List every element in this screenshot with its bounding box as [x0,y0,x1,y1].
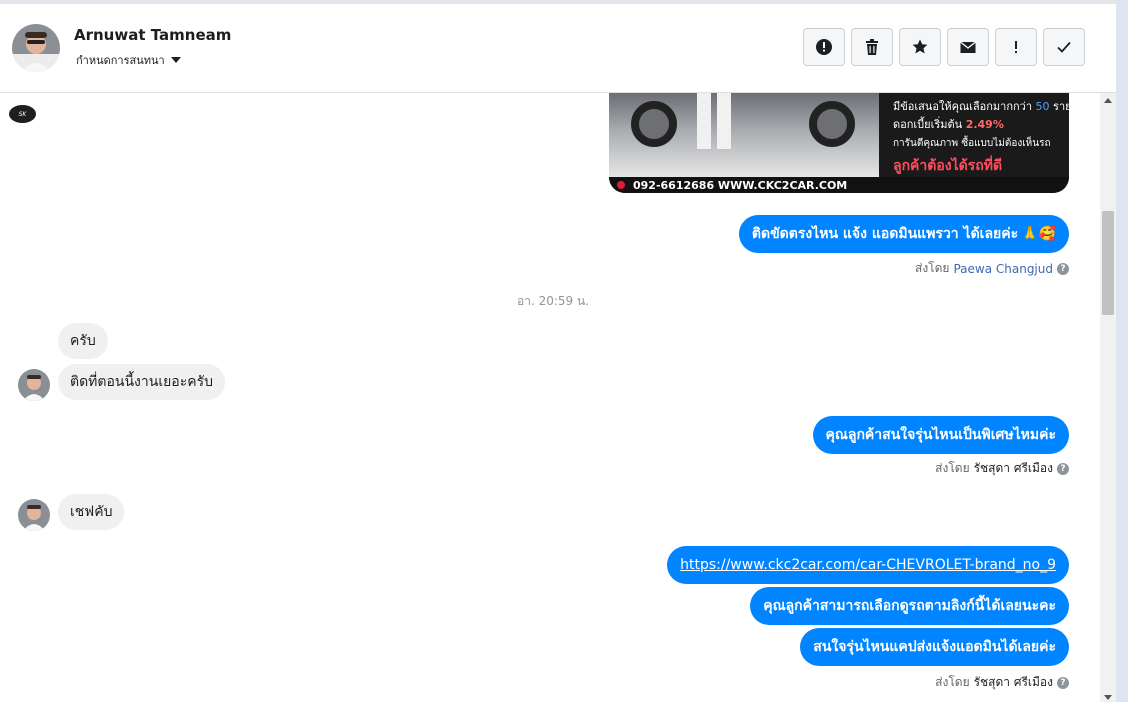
outgoing-message[interactable]: ติดขัดตรงไหน แจ้ง แอดมินแพรวา ได้เลยค่ะ … [738,215,1069,253]
timestamp-divider: อา. 20:59 น. [517,294,589,308]
scroll-up-arrow-icon[interactable] [1104,98,1112,103]
envelope-icon [960,41,976,53]
car-photo [609,93,879,177]
scrollbar-thumb[interactable] [1102,211,1114,315]
star-icon [912,39,928,54]
contact-avatar[interactable] [12,24,60,72]
messenger-window: Arnuwat Tamneam กำหนดการสนทนา SK มีข้อเส… [0,0,1128,702]
contact-avatar-small[interactable] [18,369,50,401]
check-icon [1057,41,1071,53]
sender-name-link[interactable]: รัชสุดา ศรีเมือง [974,673,1053,692]
sent-by-info: ส่งโดย รัชสุดา ศรีเมือง ? [935,459,1069,478]
sent-by-info: ส่งโดย รัชสุดา ศรีเมือง ? [935,673,1069,692]
window-edge [1116,0,1128,702]
question-circle-icon[interactable]: ? [1057,262,1069,275]
contact-avatar-small[interactable] [18,499,50,531]
report-button[interactable] [803,28,845,66]
mark-unread-button[interactable] [947,28,989,66]
alert-circle-icon [816,39,832,55]
trash-icon [866,39,878,55]
question-circle-icon[interactable]: ? [1057,462,1069,475]
action-toolbar [803,28,1085,66]
incoming-message[interactable]: ติดที่ตอนนี้งานเยอะครับ [58,364,226,400]
conversation-status-label: กำหนดการสนทนา [76,54,165,67]
incoming-message[interactable]: เชฟคับ [58,494,125,530]
page-logo-avatar: SK [9,105,36,123]
image-attachment[interactable]: มีข้อเสนอให้คุณเลือกมากกว่า 50 รายการ ดอ… [609,93,1069,193]
outgoing-message[interactable]: สนใจรุ่นไหนแคปส่งแจ้งแอดมินได้เลยค่ะ [800,628,1069,666]
promo-text-block: มีข้อเสนอให้คุณเลือกมากกว่า 50 รายการ ดอ… [893,100,1069,174]
message-thread[interactable]: SK มีข้อเสนอให้คุณเลือกมากกว่า 50 รายการ… [0,93,1100,702]
sender-name-link[interactable]: รัชสุดา ศรีเมือง [974,459,1053,478]
contact-name[interactable]: Arnuwat Tamneam [74,26,231,44]
conversation-status-dropdown[interactable]: กำหนดการสนทนา [76,51,181,69]
star-button[interactable] [899,28,941,66]
sender-name-link[interactable]: Paewa Changjud [953,262,1053,276]
sent-by-info: ส่งโดย Paewa Changjud ? [915,259,1069,278]
phone-icon [617,181,625,189]
exclamation-icon [1015,41,1017,53]
outgoing-message[interactable]: คุณลูกค้าสามารถเลือกดูรถตามลิงก์นี้ได้เล… [750,587,1069,625]
conversation-header: Arnuwat Tamneam กำหนดการสนทนา [0,0,1116,93]
question-circle-icon[interactable]: ? [1057,676,1069,689]
outgoing-message[interactable]: คุณลูกค้าสนใจรุ่นไหนเป็นพิเศษไหมค่ะ [812,416,1069,454]
incoming-message[interactable]: ครับ [58,323,108,359]
thread-scrollbar[interactable] [1100,93,1116,702]
important-button[interactable] [995,28,1037,66]
delete-button[interactable] [851,28,893,66]
caret-down-icon [170,57,181,63]
scroll-down-arrow-icon[interactable] [1104,695,1112,700]
done-button[interactable] [1043,28,1085,66]
promo-footer: 092-6612686 WWW.CKC2CAR.COM [609,177,1069,193]
outgoing-link-message[interactable]: https://www.ckc2car.com/car-CHEVROLET-br… [667,546,1069,584]
